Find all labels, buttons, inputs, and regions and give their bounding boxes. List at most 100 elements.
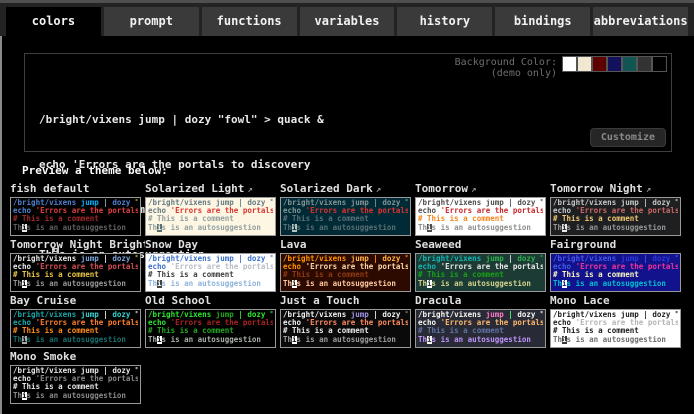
token-jump: jump — [81, 367, 99, 375]
background-swatch[interactable] — [562, 56, 577, 72]
customize-button[interactable]: Customize — [590, 128, 666, 147]
theme-preview-dracula[interactable]: /bright/vixens jump | dozy "fowl" > quac… — [415, 309, 546, 348]
theme-preview-line: echo 'Errors are the portals to discover… — [418, 319, 543, 327]
token-path: /bright/vixens — [148, 199, 216, 207]
token-comment: # This is a comment — [13, 215, 99, 223]
token-comment: # This is a comment — [13, 327, 99, 335]
background-swatch[interactable] — [622, 56, 637, 72]
token-jump: jump — [486, 255, 504, 263]
token-str: 'Errors are the portals to discovery — [36, 375, 138, 383]
token-quote: "fowl" > quack & — [265, 199, 273, 207]
token-quote: "fowl" > quack & — [130, 367, 138, 375]
theme-name-seaweed[interactable]: Seaweed — [415, 239, 550, 251]
token-echo: echo — [13, 375, 36, 383]
theme-name-mono-lace[interactable]: Mono Lace — [550, 295, 685, 307]
theme-preview-snow-day[interactable]: /bright/vixens jump | dozy "fowl" > quac… — [145, 253, 276, 292]
theme-name-dracula[interactable]: Dracula — [415, 295, 550, 307]
theme-preview-tomorrow-night-bright[interactable]: /bright/vixens jump | dozy "fowl" > quac… — [10, 253, 141, 292]
theme-name-old-school[interactable]: Old School — [145, 295, 280, 307]
token-comment: # This is a comment — [553, 215, 639, 223]
theme-preview-solarized-light[interactable]: /bright/vixens jump | dozy "fowl" > quac… — [145, 197, 276, 236]
theme-cell: fish default/bright/vixens jump | dozy "… — [10, 183, 145, 239]
background-swatch[interactable] — [592, 56, 607, 72]
theme-preview-line: This is an autosuggestion — [553, 224, 678, 232]
token-jump: jump — [621, 199, 639, 207]
token-auto: Th — [148, 224, 157, 232]
token-path: /bright/vixens — [13, 255, 81, 263]
theme-preview-line: echo 'Errors are the portals to discover… — [553, 207, 678, 215]
tab-history[interactable]: history — [397, 7, 492, 36]
external-link-icon[interactable]: ↗ — [247, 185, 252, 195]
theme-name-fish-default[interactable]: fish default — [10, 183, 145, 195]
theme-cell: Solarized Dark↗ /bright/vixens jump | doz… — [280, 183, 415, 239]
token-jump: jump — [216, 199, 234, 207]
background-color-label: Background Color: (demo only) — [455, 57, 557, 79]
theme-preview-mono-lace[interactable]: /bright/vixens jump | dozy "fowl" > quac… — [550, 309, 681, 348]
token-str: 'Errors are the portals to discovery — [306, 263, 408, 271]
tab-bindings[interactable]: bindings — [495, 7, 590, 36]
theme-preview-line: This is an autosuggestion — [553, 336, 678, 344]
theme-name-lava[interactable]: Lava — [280, 239, 415, 251]
token-path: /bright/vixens — [418, 199, 486, 207]
theme-preview-line: echo 'Errors are the portals to discover… — [283, 207, 408, 215]
token-auto: s is an autosuggestion — [567, 224, 666, 232]
background-swatch[interactable] — [577, 56, 592, 72]
theme-preview-solarized-dark[interactable]: /bright/vixens jump | dozy "fowl" > quac… — [280, 197, 411, 236]
tab-variables[interactable]: variables — [300, 7, 395, 36]
external-link-icon[interactable]: ↗ — [471, 185, 476, 195]
tab-abbreviations[interactable]: abbreviations — [593, 7, 688, 36]
token-comment: # This is a comment — [418, 271, 504, 279]
tab-prompt[interactable]: prompt — [104, 7, 199, 36]
theme-name-fairground[interactable]: Fairground — [550, 239, 685, 251]
background-swatch[interactable] — [607, 56, 622, 72]
token-dozy: dozy — [112, 255, 130, 263]
token-auto: s is an autosuggestion — [27, 336, 126, 344]
token-comment: # This is a comment — [148, 215, 234, 223]
theme-cell: Lava/bright/vixens jump | dozy "fowl" > … — [280, 239, 415, 295]
theme-name-solarized-dark[interactable]: Solarized Dark↗ — [280, 183, 415, 195]
theme-preview-fish-default[interactable]: /bright/vixens jump | dozy "fowl" > quac… — [10, 197, 141, 236]
token-echo: echo — [283, 319, 306, 327]
theme-name-tomorrow-night[interactable]: Tomorrow Night↗ — [550, 183, 685, 195]
theme-preview-line: # This is a comment — [553, 271, 678, 279]
theme-name-tomorrow-night-bright[interactable]: Tomorrow Night Bright↗ — [10, 239, 145, 251]
theme-preview-line: /bright/vixens jump | dozy "fowl" > quac… — [283, 311, 408, 319]
theme-name-bay-cruise[interactable]: Bay Cruise — [10, 295, 145, 307]
token-pipe: | — [504, 311, 518, 319]
theme-preview-line: /bright/vixens jump | dozy "fowl" > quac… — [553, 311, 678, 319]
theme-name-tomorrow[interactable]: Tomorrow↗ — [415, 183, 550, 195]
token-quote: "fowl" > quack & — [265, 255, 273, 263]
theme-preview-lava[interactable]: /bright/vixens jump | dozy "fowl" > quac… — [280, 253, 411, 292]
theme-preview-tomorrow-night[interactable]: /bright/vixens jump | dozy "fowl" > quac… — [550, 197, 681, 236]
external-link-icon[interactable]: ↗ — [646, 185, 651, 195]
theme-preview-bay-cruise[interactable]: /bright/vixens jump | dozy "fowl" > quac… — [10, 309, 141, 348]
background-swatch[interactable] — [637, 56, 652, 72]
external-link-icon[interactable]: ↗ — [376, 185, 381, 195]
theme-preview-line: /bright/vixens jump | dozy "fowl" > quac… — [148, 311, 273, 319]
theme-name-solarized-light[interactable]: Solarized Light↗ — [145, 183, 280, 195]
theme-name-snow-day[interactable]: Snow Day — [145, 239, 280, 251]
theme-name-just-a-touch[interactable]: Just a Touch — [280, 295, 415, 307]
theme-preview-old-school[interactable]: /bright/vixens jump | dozy "fowl" > quac… — [145, 309, 276, 348]
theme-preview-mono-smoke[interactable]: /bright/vixens jump | dozy "fowl" > quac… — [10, 365, 141, 404]
token-jump: jump — [351, 311, 369, 319]
token-comment: # This is a comment — [553, 271, 639, 279]
theme-cell: Solarized Light↗ /bright/vixens jump | do… — [145, 183, 280, 239]
theme-preview-line: This is an autosuggestion — [553, 280, 678, 288]
theme-preview-line: echo 'Errors are the portals to discover… — [418, 207, 543, 215]
token-echo: echo — [553, 207, 576, 215]
token-auto: Th — [283, 336, 292, 344]
theme-preview-line: /bright/vixens jump | dozy "fowl" > quac… — [13, 255, 138, 263]
theme-preview-seaweed[interactable]: /bright/vixens jump | dozy "fowl" > quac… — [415, 253, 546, 292]
background-swatch[interactable] — [652, 56, 667, 72]
theme-name-mono-smoke[interactable]: Mono Smoke — [10, 351, 145, 363]
theme-preview-line: /bright/vixens jump | dozy "fowl" > quac… — [418, 199, 543, 207]
tab-functions[interactable]: functions — [202, 7, 297, 36]
token-dozy: dozy — [247, 255, 265, 263]
token-jump: jump — [351, 255, 369, 263]
theme-preview-fairground[interactable]: /bright/vixens jump | dozy "fowl" > quac… — [550, 253, 681, 292]
token-dozy: dozy — [382, 311, 400, 319]
theme-preview-just-a-touch[interactable]: /bright/vixens jump | dozy "fowl" > quac… — [280, 309, 411, 348]
theme-preview-tomorrow[interactable]: /bright/vixens jump | dozy "fowl" > quac… — [415, 197, 546, 236]
tab-colors[interactable]: colors — [6, 7, 101, 39]
